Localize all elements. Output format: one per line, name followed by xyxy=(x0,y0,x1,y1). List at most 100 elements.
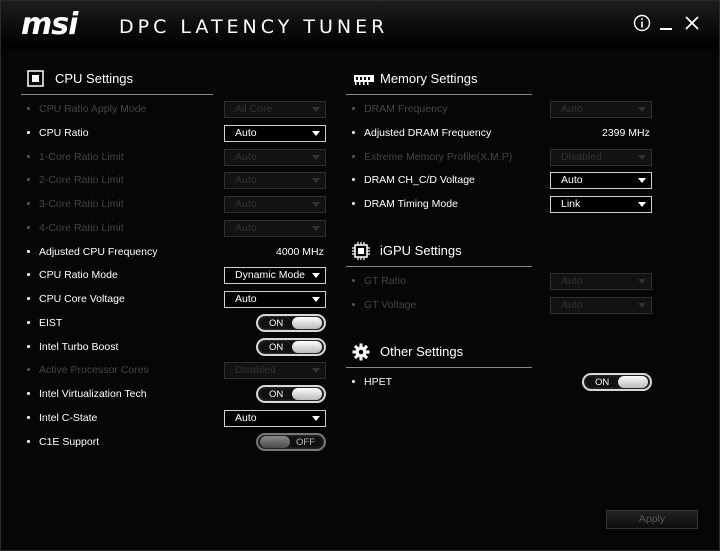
setting-row-gt-voltage: GT Voltage Auto xyxy=(352,296,654,317)
cpu-settings-header: CPU Settings xyxy=(21,70,327,96)
setting-label: 3-Core Ratio Limit xyxy=(39,198,124,210)
chevron-down-icon xyxy=(312,415,320,421)
bullet xyxy=(27,320,30,324)
chevron-down-icon xyxy=(312,297,320,302)
dropdown-value: Auto xyxy=(561,298,583,311)
bullet xyxy=(27,344,30,348)
cpu-core-voltage-dropdown[interactable]: Auto xyxy=(224,291,326,308)
igpu-settings-section: iGPU Settings GT Ratio Auto GT Voltage Auto xyxy=(346,242,654,322)
bullet xyxy=(27,273,30,277)
apply-button[interactable]: Apply xyxy=(606,510,698,529)
app-title: DPC LATENCY TUNER xyxy=(119,16,389,38)
bullet xyxy=(27,297,30,300)
toggle-knob xyxy=(292,340,322,353)
bullet xyxy=(27,154,30,158)
memory-settings-header: Memory Settings xyxy=(346,70,654,96)
setting-label: HPET xyxy=(364,376,393,388)
setting-label: DRAM Frequency xyxy=(364,103,448,115)
cpu-ratio-mode-dropdown[interactable]: Dynamic Mode xyxy=(224,267,326,285)
setting-row-extreme-memory-profile-x-m-p: Extreme Memory Profile(X.M.P) Disabled xyxy=(352,148,654,169)
setting-label: CPU Ratio Apply Mode xyxy=(39,103,147,115)
extreme-memory-profile-x-m-p-dropdown: Disabled xyxy=(550,148,652,166)
bullet xyxy=(352,107,355,110)
dropdown-value: Auto xyxy=(561,103,583,115)
chevron-down-icon xyxy=(312,202,320,207)
chevron-down-icon xyxy=(312,273,320,279)
4-core-ratio-limit-dropdown: Auto xyxy=(224,219,326,237)
toggle-state-label: OFF xyxy=(296,436,315,448)
memory-settings-divider xyxy=(346,94,532,95)
intel-virtualization-tech-toggle[interactable]: ON xyxy=(256,385,326,403)
chevron-down-icon xyxy=(312,130,320,136)
setting-label: Extreme Memory Profile(X.M.P) xyxy=(364,150,513,163)
cpu-settings-title: CPU Settings xyxy=(55,71,134,86)
chevron-down-icon xyxy=(312,154,320,160)
setting-row-4-core-ratio-limit: 4-Core Ratio Limit Auto xyxy=(27,219,327,240)
igpu-settings-header: iGPU Settings xyxy=(346,242,654,268)
chevron-down-icon xyxy=(312,225,320,231)
dropdown-value: Auto xyxy=(235,174,257,187)
intel-turbo-boost-toggle[interactable]: ON xyxy=(256,337,326,356)
chevron-down-icon xyxy=(638,178,646,184)
setting-row-dram-frequency: DRAM Frequency Auto xyxy=(352,101,654,121)
setting-label: DRAM Timing Mode xyxy=(364,198,458,210)
other-settings-header: Other Settings xyxy=(346,343,654,369)
bullet xyxy=(352,380,355,383)
bullet xyxy=(27,439,30,443)
title-bar: msi DPC LATENCY TUNER xyxy=(1,1,719,49)
toggle-state-label: ON xyxy=(269,317,284,329)
setting-row-2-core-ratio-limit: 2-Core Ratio Limit Auto xyxy=(27,172,327,192)
toggle-knob xyxy=(292,316,322,329)
2-core-ratio-limit-dropdown: Auto xyxy=(224,172,326,190)
gt-ratio-dropdown: Auto xyxy=(550,273,652,290)
close-icon[interactable] xyxy=(682,13,702,33)
setting-label: DRAM CH_C/D Voltage xyxy=(364,174,475,187)
toggle-knob xyxy=(260,435,290,448)
setting-label: CPU Ratio xyxy=(39,126,89,139)
toggle-knob xyxy=(292,388,322,400)
minimize-icon[interactable] xyxy=(657,13,677,33)
memory-module-icon xyxy=(354,75,374,85)
dram-ch-c-d-voltage-dropdown[interactable]: Auto xyxy=(550,172,652,190)
setting-label: GT Voltage xyxy=(364,298,417,311)
setting-label: 1-Core Ratio Limit xyxy=(39,150,124,163)
bullet xyxy=(27,178,30,182)
dram-frequency-dropdown: Auto xyxy=(550,101,652,118)
bullet xyxy=(27,202,30,205)
setting-row-cpu-ratio: CPU Ratio Auto xyxy=(27,124,327,145)
setting-row-hpet: HPET ON xyxy=(352,373,654,394)
bullet xyxy=(352,202,355,205)
bullet xyxy=(27,249,30,253)
setting-row-intel-turbo-boost: Intel Turbo Boost ON xyxy=(27,337,327,359)
setting-row-intel-c-state: Intel C-State Auto xyxy=(27,409,327,430)
dram-timing-mode-dropdown[interactable]: Link xyxy=(550,196,652,213)
setting-label: CPU Core Voltage xyxy=(39,293,125,305)
dropdown-value: Auto xyxy=(235,293,257,305)
setting-label: 4-Core Ratio Limit xyxy=(39,221,124,234)
setting-label: EIST xyxy=(39,316,63,329)
dropdown-value: All Core xyxy=(235,103,273,115)
intel-c-state-dropdown[interactable]: Auto xyxy=(224,409,326,427)
info-icon[interactable] xyxy=(632,13,652,33)
dropdown-value: Auto xyxy=(235,221,257,234)
cpu-ratio-dropdown[interactable]: Auto xyxy=(224,124,326,142)
setting-label: Intel C-State xyxy=(39,411,98,424)
chevron-down-icon xyxy=(312,368,320,374)
dropdown-value: Auto xyxy=(235,198,257,210)
cpu-ratio-apply-mode-dropdown: All Core xyxy=(224,101,326,118)
setting-row-adjusted-dram-frequency: Adjusted DRAM Frequency 2399 MHz xyxy=(352,125,654,145)
chevron-down-icon xyxy=(638,279,646,284)
setting-row-c1e-support: C1E Support OFF xyxy=(27,432,327,454)
bullet xyxy=(27,415,30,419)
gpu-chip-icon xyxy=(352,242,370,260)
c1e-support-toggle[interactable]: OFF xyxy=(256,432,326,451)
setting-label: 2-Core Ratio Limit xyxy=(39,174,124,187)
setting-label: Adjusted DRAM Frequency xyxy=(364,126,492,139)
bullet xyxy=(27,368,30,372)
hpet-toggle[interactable]: ON xyxy=(582,373,652,391)
dropdown-value: Disabled xyxy=(235,364,276,377)
setting-row-cpu-core-voltage: CPU Core Voltage Auto xyxy=(27,291,327,311)
bullet xyxy=(27,107,30,110)
eist-toggle[interactable]: ON xyxy=(256,313,326,332)
app-window: msi DPC LATENCY TUNER CPU Settings CPU R… xyxy=(0,0,720,551)
